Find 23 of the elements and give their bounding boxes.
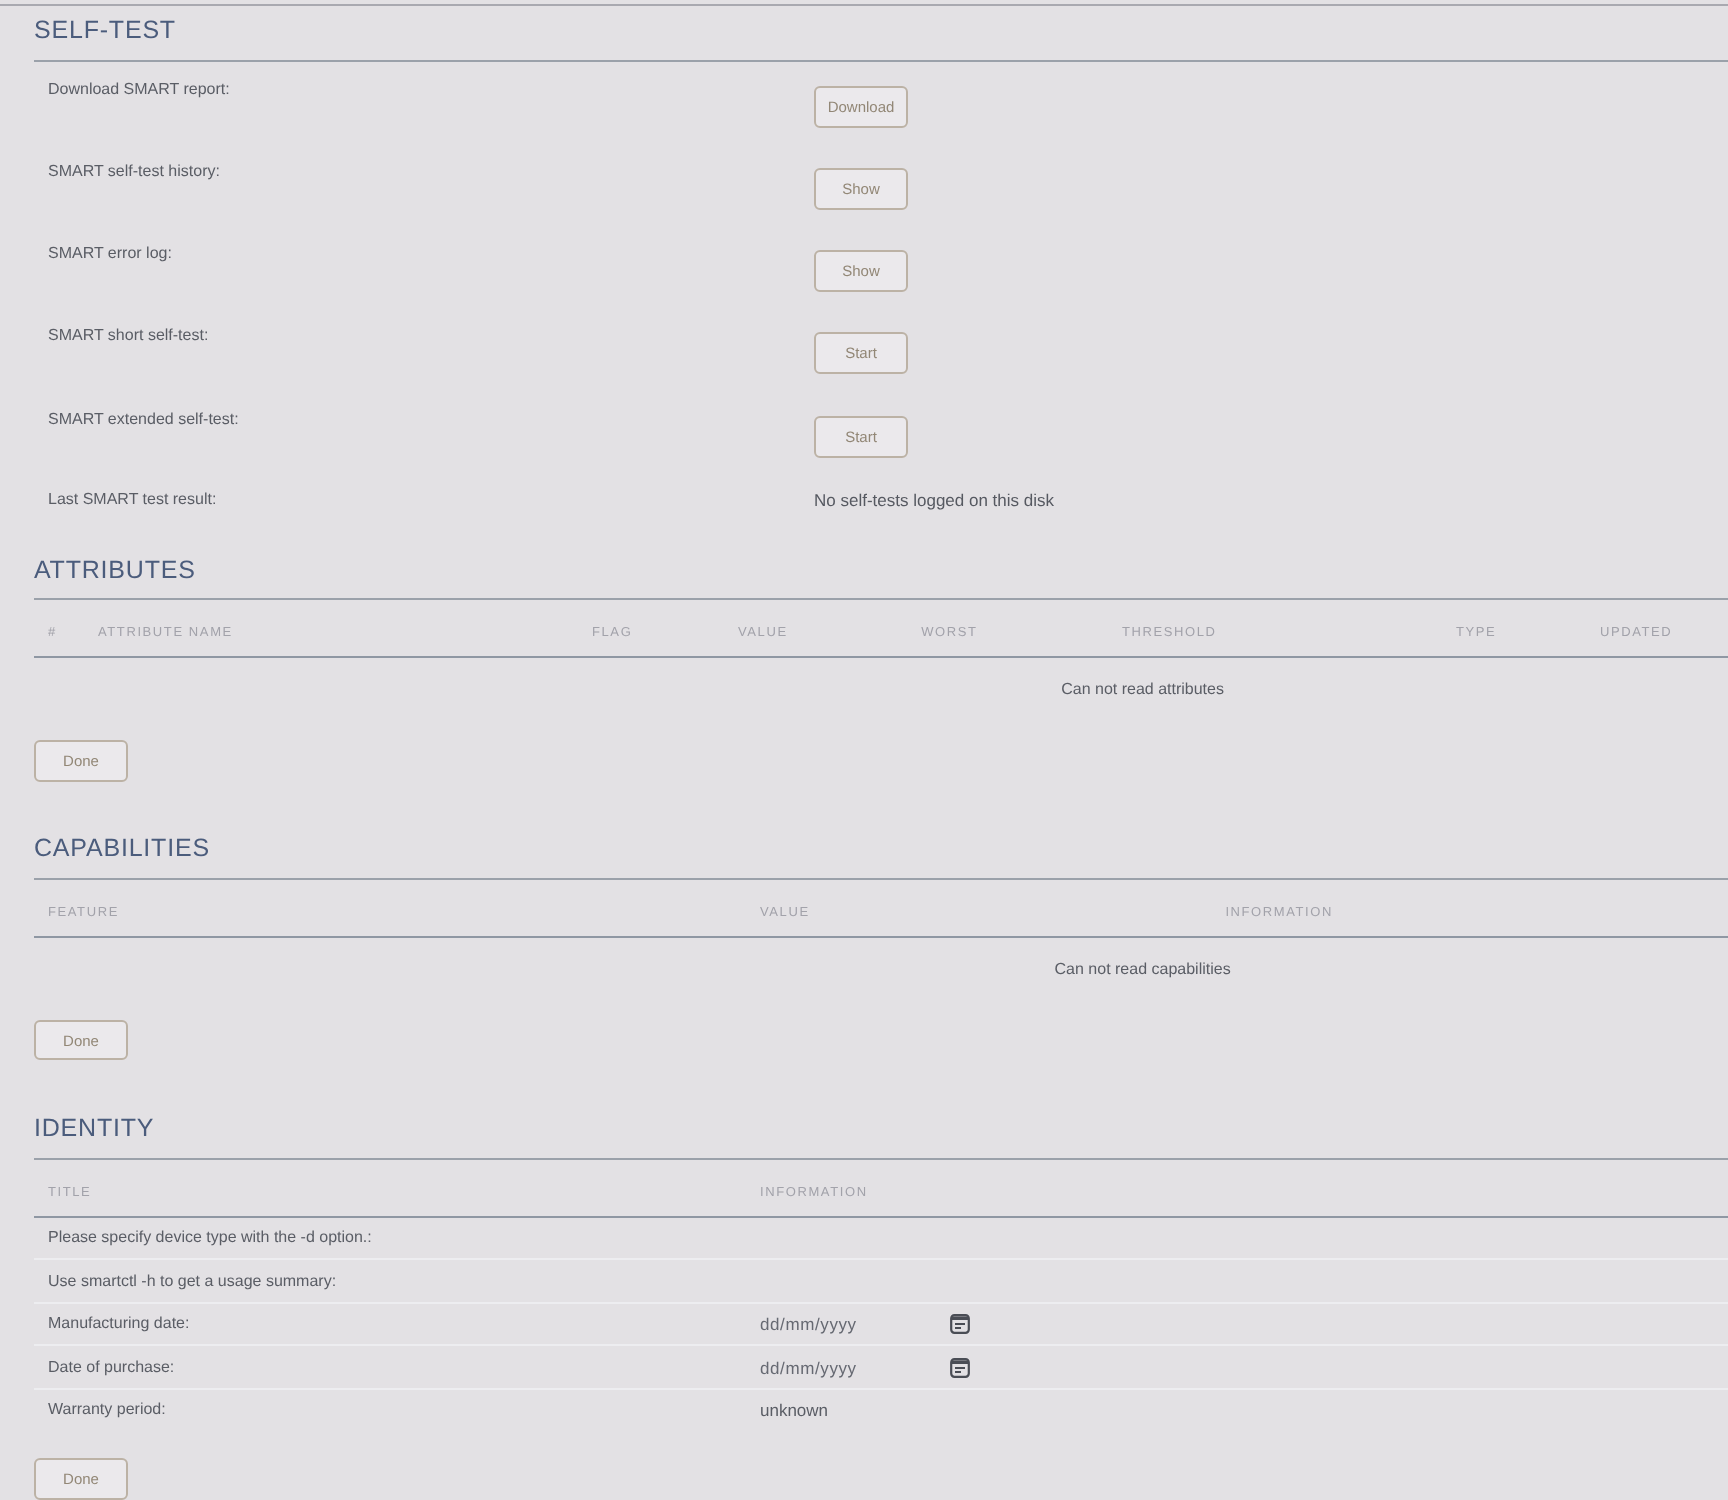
section-title: SELF-TEST <box>34 16 176 44</box>
calendar-icon[interactable] <box>950 1314 970 1335</box>
row-title: Warranty period: <box>48 1400 166 1419</box>
field-label: Last SMART test result: <box>48 489 217 508</box>
row-title: Use smartctl -h to get a usage summary: <box>48 1271 337 1290</box>
row-value: unknown <box>760 1399 829 1420</box>
result-text: No self-tests logged on this disk <box>814 489 1055 510</box>
row-title: Manufacturing date: <box>48 1314 190 1333</box>
calendar-icon[interactable] <box>950 1357 970 1378</box>
field-label: SMART error log: <box>48 244 172 262</box>
field-label: SMART extended self-test: <box>48 409 239 427</box>
empty-message: Can not read attributes <box>1061 680 1224 699</box>
field-label: SMART self-test history: <box>48 161 220 180</box>
empty-message: Can not read capabilities <box>1054 959 1231 978</box>
field-label: Download SMART report: <box>48 79 230 97</box>
section-title: IDENTITY <box>34 1114 155 1143</box>
section-title: ATTRIBUTES <box>34 555 196 584</box>
date-field[interactable]: dd/mm/yyyy <box>760 1313 936 1336</box>
row-title: Please specify device type with the -d option.: <box>48 1228 372 1247</box>
section-title: CAPABILITIES <box>34 834 210 863</box>
row-title: Date of purchase: <box>48 1357 175 1376</box>
field-label: SMART short self-test: <box>48 326 209 345</box>
date-field[interactable]: dd/mm/yyyy <box>760 1356 936 1379</box>
